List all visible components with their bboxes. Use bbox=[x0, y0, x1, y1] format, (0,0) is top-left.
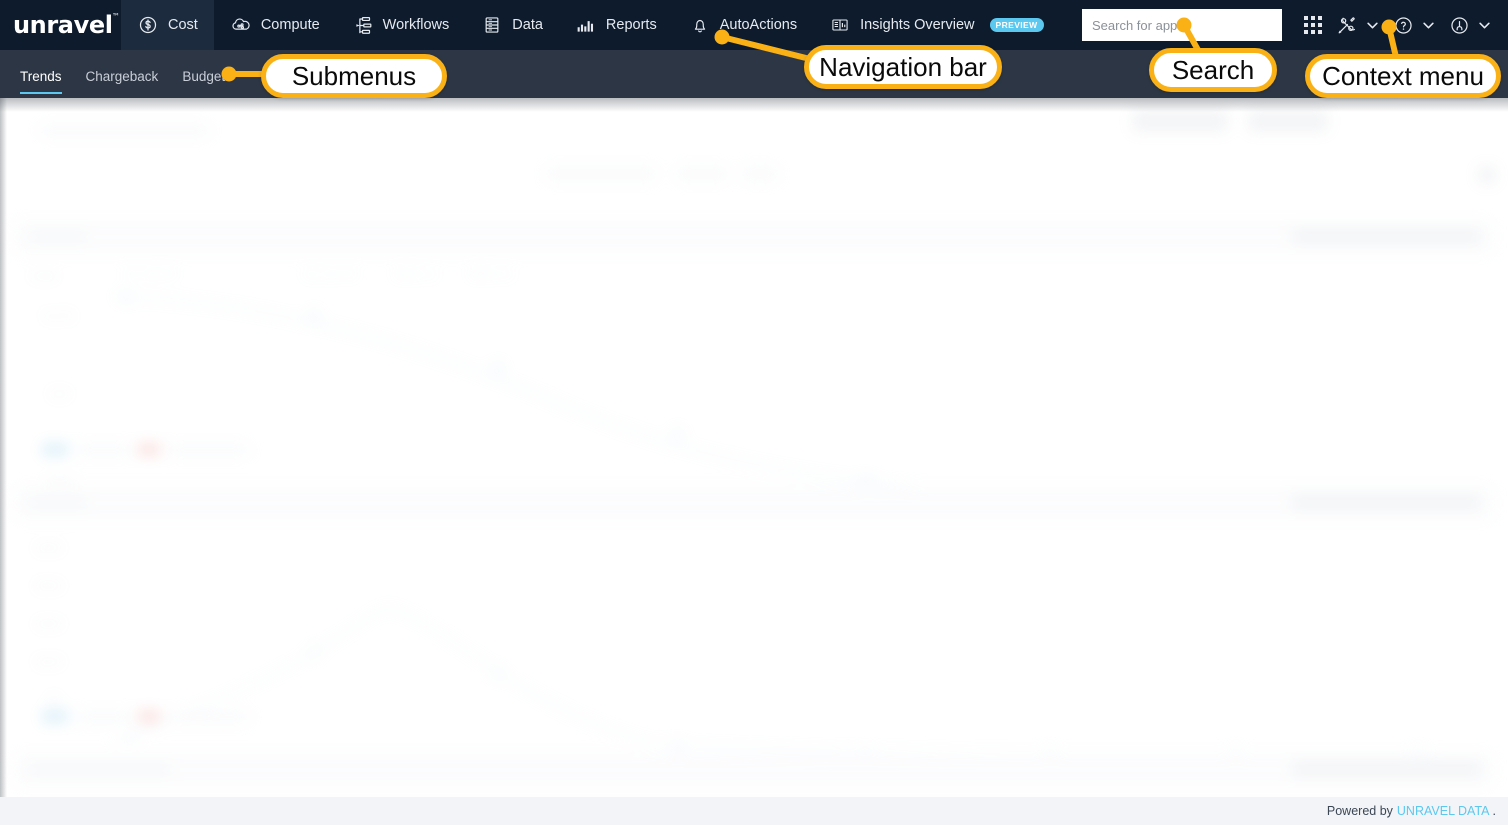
svg-text:$1.5K: $1.5K bbox=[44, 309, 75, 323]
nav-item-reports[interactable]: Reports bbox=[559, 0, 673, 50]
svg-text:$400: $400 bbox=[36, 541, 63, 555]
nav-item-insights-overview[interactable]: Insights Overview PREVIEW bbox=[813, 0, 1059, 50]
submenu-item-chargeback[interactable]: Chargeback bbox=[74, 69, 171, 98]
nav-item-data-label: Data bbox=[512, 17, 543, 33]
ghosted-dashboard: Cost $1,248.55 $1,102.40 $980.12 $905.33… bbox=[0, 98, 1508, 825]
nav-item-autoactions-label: AutoActions bbox=[719, 17, 798, 33]
svg-text:$1,248.55: $1,248.55 bbox=[124, 267, 178, 281]
svg-text:$100: $100 bbox=[36, 655, 63, 669]
help-question-icon[interactable] bbox=[1386, 0, 1420, 50]
brand-wordmark: unravel bbox=[13, 11, 113, 39]
footer-powered-by-label: Powered by bbox=[1326, 804, 1393, 818]
search-input[interactable] bbox=[1082, 9, 1282, 41]
nav-item-compute-label: Compute bbox=[260, 17, 320, 33]
submenu-item-budget-label: Budget bbox=[182, 69, 226, 84]
nav-item-insights-label: Insights Overview bbox=[860, 17, 975, 33]
navigation-bar: unravel ™ Cost Compute Workflows Data Re… bbox=[0, 0, 1508, 50]
screen-root: unravel ™ Cost Compute Workflows Data Re… bbox=[0, 0, 1508, 825]
nav-item-cost[interactable]: Cost bbox=[121, 0, 214, 50]
cloud-nodes-icon bbox=[230, 14, 252, 36]
svg-text:$905.33: $905.33 bbox=[469, 267, 513, 281]
context-menu-icons bbox=[1296, 0, 1508, 50]
svg-text:$500: $500 bbox=[48, 473, 75, 487]
database-stack-icon bbox=[481, 14, 503, 36]
nav-item-reports-label: Reports bbox=[605, 17, 657, 33]
submenu-bar: Trends Chargeback Budget bbox=[0, 50, 1508, 98]
insights-panel-icon bbox=[829, 14, 851, 36]
tools-icon[interactable] bbox=[1330, 0, 1364, 50]
svg-text:$980.12: $980.12 bbox=[394, 267, 438, 281]
main-content-area: Cost $1,248.55 $1,102.40 $980.12 $905.33… bbox=[0, 98, 1508, 825]
nav-item-workflows-label: Workflows bbox=[382, 17, 450, 33]
submenu-item-budget[interactable]: Budget bbox=[170, 69, 237, 98]
trademark-symbol: ™ bbox=[111, 12, 120, 21]
svg-text:$200: $200 bbox=[36, 617, 63, 631]
bar-chart-icon bbox=[575, 14, 597, 36]
user-account-icon[interactable] bbox=[1442, 0, 1476, 50]
apps-grid-icon[interactable] bbox=[1296, 0, 1330, 50]
nav-item-data[interactable]: Data bbox=[465, 0, 559, 50]
submenu-item-trends[interactable]: Trends bbox=[8, 69, 74, 98]
help-chevron-down-icon[interactable] bbox=[1420, 0, 1436, 50]
nav-item-compute[interactable]: Compute bbox=[214, 0, 336, 50]
svg-text:$1K: $1K bbox=[50, 387, 71, 401]
nav-item-workflows[interactable]: Workflows bbox=[336, 0, 466, 50]
svg-text:Cost: Cost bbox=[30, 268, 57, 283]
dollar-circle-icon bbox=[137, 14, 159, 36]
svg-text:$0: $0 bbox=[48, 693, 62, 707]
nav-item-cost-label: Cost bbox=[168, 17, 198, 33]
footer: Powered by UNRAVEL DATA . bbox=[0, 797, 1508, 825]
tools-chevron-down-icon[interactable] bbox=[1364, 0, 1380, 50]
bell-icon bbox=[689, 14, 711, 36]
preview-badge: PREVIEW bbox=[989, 18, 1044, 32]
svg-text:$1,102.40: $1,102.40 bbox=[304, 267, 358, 281]
submenu-item-trends-label: Trends bbox=[20, 69, 62, 84]
nav-item-autoactions[interactable]: AutoActions bbox=[673, 0, 813, 50]
footer-period: . bbox=[1492, 804, 1496, 818]
user-chevron-down-icon[interactable] bbox=[1476, 0, 1492, 50]
submenu-item-chargeback-label: Chargeback bbox=[85, 69, 159, 84]
svg-text:$300: $300 bbox=[36, 579, 63, 593]
workflow-tree-icon bbox=[352, 14, 374, 36]
footer-brand-link[interactable]: UNRAVEL DATA bbox=[1397, 804, 1490, 818]
unravel-logo[interactable]: unravel ™ bbox=[0, 0, 121, 50]
search-container bbox=[1082, 0, 1296, 50]
